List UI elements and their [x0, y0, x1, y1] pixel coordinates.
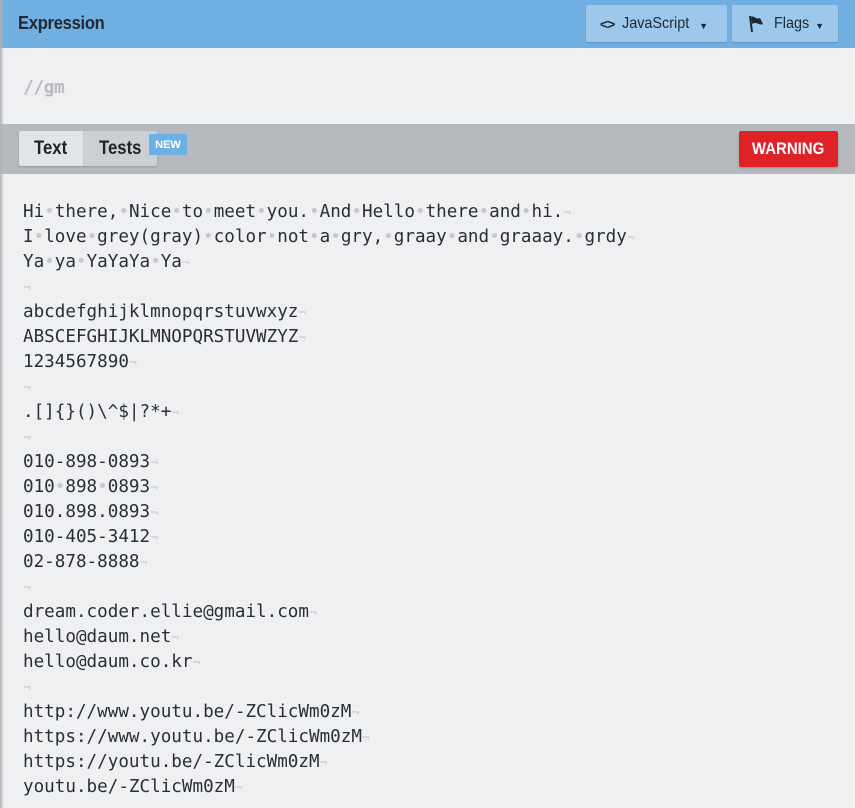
text-line: 010•898•0893¬	[23, 477, 158, 497]
newline-marker: ¬	[298, 331, 307, 346]
text-line: abcdefghijklmnopqrstuvwxyz¬	[23, 302, 307, 322]
language-label: JavaScript	[622, 14, 690, 32]
warning-label: WARNING	[752, 139, 825, 158]
text-line: ABSCEFGHIJKLMNOPQRSTUVWZYZ¬	[23, 327, 307, 347]
newline-marker: ¬	[351, 706, 360, 721]
whitespace-marker: •	[383, 227, 394, 247]
tab-tests[interactable]: Tests	[84, 131, 157, 166]
text-line: 010.898.0893¬	[23, 502, 158, 522]
whitespace-marker: •	[489, 227, 500, 247]
flags-dropdown-button[interactable]: Flags ▼	[732, 5, 838, 42]
newline-marker: ¬	[234, 781, 243, 796]
whitespace-marker: •	[478, 202, 490, 222]
whitespace-marker: •	[150, 252, 161, 272]
whitespace-marker: •	[203, 202, 214, 222]
code-icon: <>	[600, 15, 615, 32]
newline-marker: ¬	[171, 631, 180, 646]
text-line: Hi•there,•Nice•to•meet•you.•And•Hello•th…	[23, 202, 572, 222]
newline-marker: ¬	[23, 431, 31, 446]
expression-editor[interactable]: //gm	[0, 48, 855, 124]
whitespace-marker: •	[351, 202, 362, 222]
text-line: hello@daum.net¬	[23, 627, 180, 647]
caret-down-icon: ▼	[815, 20, 825, 31]
whitespace-marker: •	[54, 477, 66, 497]
whitespace-marker: •	[171, 202, 182, 222]
whitespace-marker: •	[446, 227, 458, 247]
whitespace-marker: •	[573, 227, 585, 247]
text-line: youtu.be/-ZClicWm0zM¬	[23, 777, 243, 797]
newline-marker: ¬	[128, 356, 137, 371]
expression-header: Expression <> JavaScript ▼ Flags ▼	[0, 0, 855, 48]
expression-title: Expression	[18, 13, 105, 33]
newline-marker: ¬	[23, 281, 31, 296]
text-line: 010-405-3412¬	[23, 527, 158, 547]
text-line: .[]{}()\^$|?*+¬	[23, 402, 180, 422]
newline-marker: ¬	[150, 531, 158, 546]
whitespace-marker: •	[97, 477, 108, 497]
text-tabbar: Text Tests NEW WARNING	[0, 124, 855, 174]
text-line: 02-878-8888¬	[23, 552, 148, 572]
caret-down-icon: ▼	[699, 20, 708, 31]
text-line: 010-898-0893¬	[23, 452, 158, 472]
text-line: I•love•grey(gray)•color•not•a•gry,•graay…	[23, 227, 635, 247]
newline-marker: ¬	[150, 456, 158, 471]
newline-marker: ¬	[23, 681, 31, 696]
tab-group: Text Tests	[19, 131, 157, 166]
text-line: ¬	[23, 675, 635, 700]
text-line: 1234567890¬	[23, 352, 137, 372]
test-text-editor[interactable]: Hi•there,•Nice•to•meet•you.•And•Hello•th…	[0, 174, 855, 808]
whitespace-marker: •	[330, 227, 341, 247]
newline-marker: ¬	[23, 581, 31, 596]
newline-marker: ¬	[192, 656, 201, 671]
text-line: ¬	[23, 425, 635, 450]
whitespace-marker: •	[520, 202, 532, 222]
newline-marker: ¬	[563, 206, 572, 221]
newline-marker: ¬	[626, 231, 635, 246]
whitespace-marker: •	[33, 227, 45, 247]
newline-marker: ¬	[150, 481, 158, 496]
text-lines: Hi•there,•Nice•to•meet•you.•And•Hello•th…	[23, 200, 635, 800]
text-line: ¬	[23, 375, 635, 400]
text-line: Ya•ya•YaYaYa•Ya¬	[23, 252, 190, 272]
flag-icon	[749, 15, 763, 32]
newline-marker: ¬	[23, 381, 31, 396]
expression-input[interactable]: //gm	[23, 77, 65, 98]
whitespace-marker: •	[266, 227, 278, 247]
flags-label: Flags	[774, 14, 810, 32]
language-dropdown-button[interactable]: <> JavaScript ▼	[586, 5, 727, 42]
newline-marker: ¬	[181, 256, 190, 271]
panel-edge-shadow	[0, 0, 4, 808]
newline-marker: ¬	[171, 406, 180, 421]
text-line: https://youtu.be/-ZClicWm0zM¬	[23, 752, 328, 772]
whitespace-marker: •	[44, 202, 55, 222]
new-badge: NEW	[149, 134, 187, 155]
tab-text-label: Text	[34, 137, 68, 159]
tab-tests-label: Tests	[99, 137, 142, 159]
newline-marker: ¬	[139, 556, 148, 571]
text-line: http://www.youtu.be/-ZClicWm0zM¬	[23, 702, 360, 722]
whitespace-marker: •	[256, 202, 267, 222]
newline-marker: ¬	[309, 606, 317, 621]
newline-marker: ¬	[361, 731, 370, 746]
tab-text[interactable]: Text	[19, 131, 84, 166]
whitespace-marker: •	[309, 227, 320, 247]
whitespace-marker: •	[75, 252, 87, 272]
text-line: https://www.youtu.be/-ZClicWm0zM¬	[23, 727, 370, 747]
text-line: ¬	[23, 275, 635, 300]
whitespace-marker: •	[86, 227, 98, 247]
newline-marker: ¬	[319, 756, 328, 771]
whitespace-marker: •	[203, 227, 214, 247]
whitespace-marker: •	[414, 202, 426, 222]
text-line: hello@daum.co.kr¬	[23, 652, 201, 672]
whitespace-marker: •	[44, 252, 55, 272]
whitespace-marker: •	[309, 202, 320, 222]
text-line: ¬	[23, 575, 635, 600]
warning-button[interactable]: WARNING	[739, 131, 838, 167]
newline-marker: ¬	[150, 506, 158, 521]
newline-marker: ¬	[298, 306, 307, 321]
text-line: dream.coder.ellie@gmail.com¬	[23, 602, 317, 622]
whitespace-marker: •	[118, 202, 129, 222]
